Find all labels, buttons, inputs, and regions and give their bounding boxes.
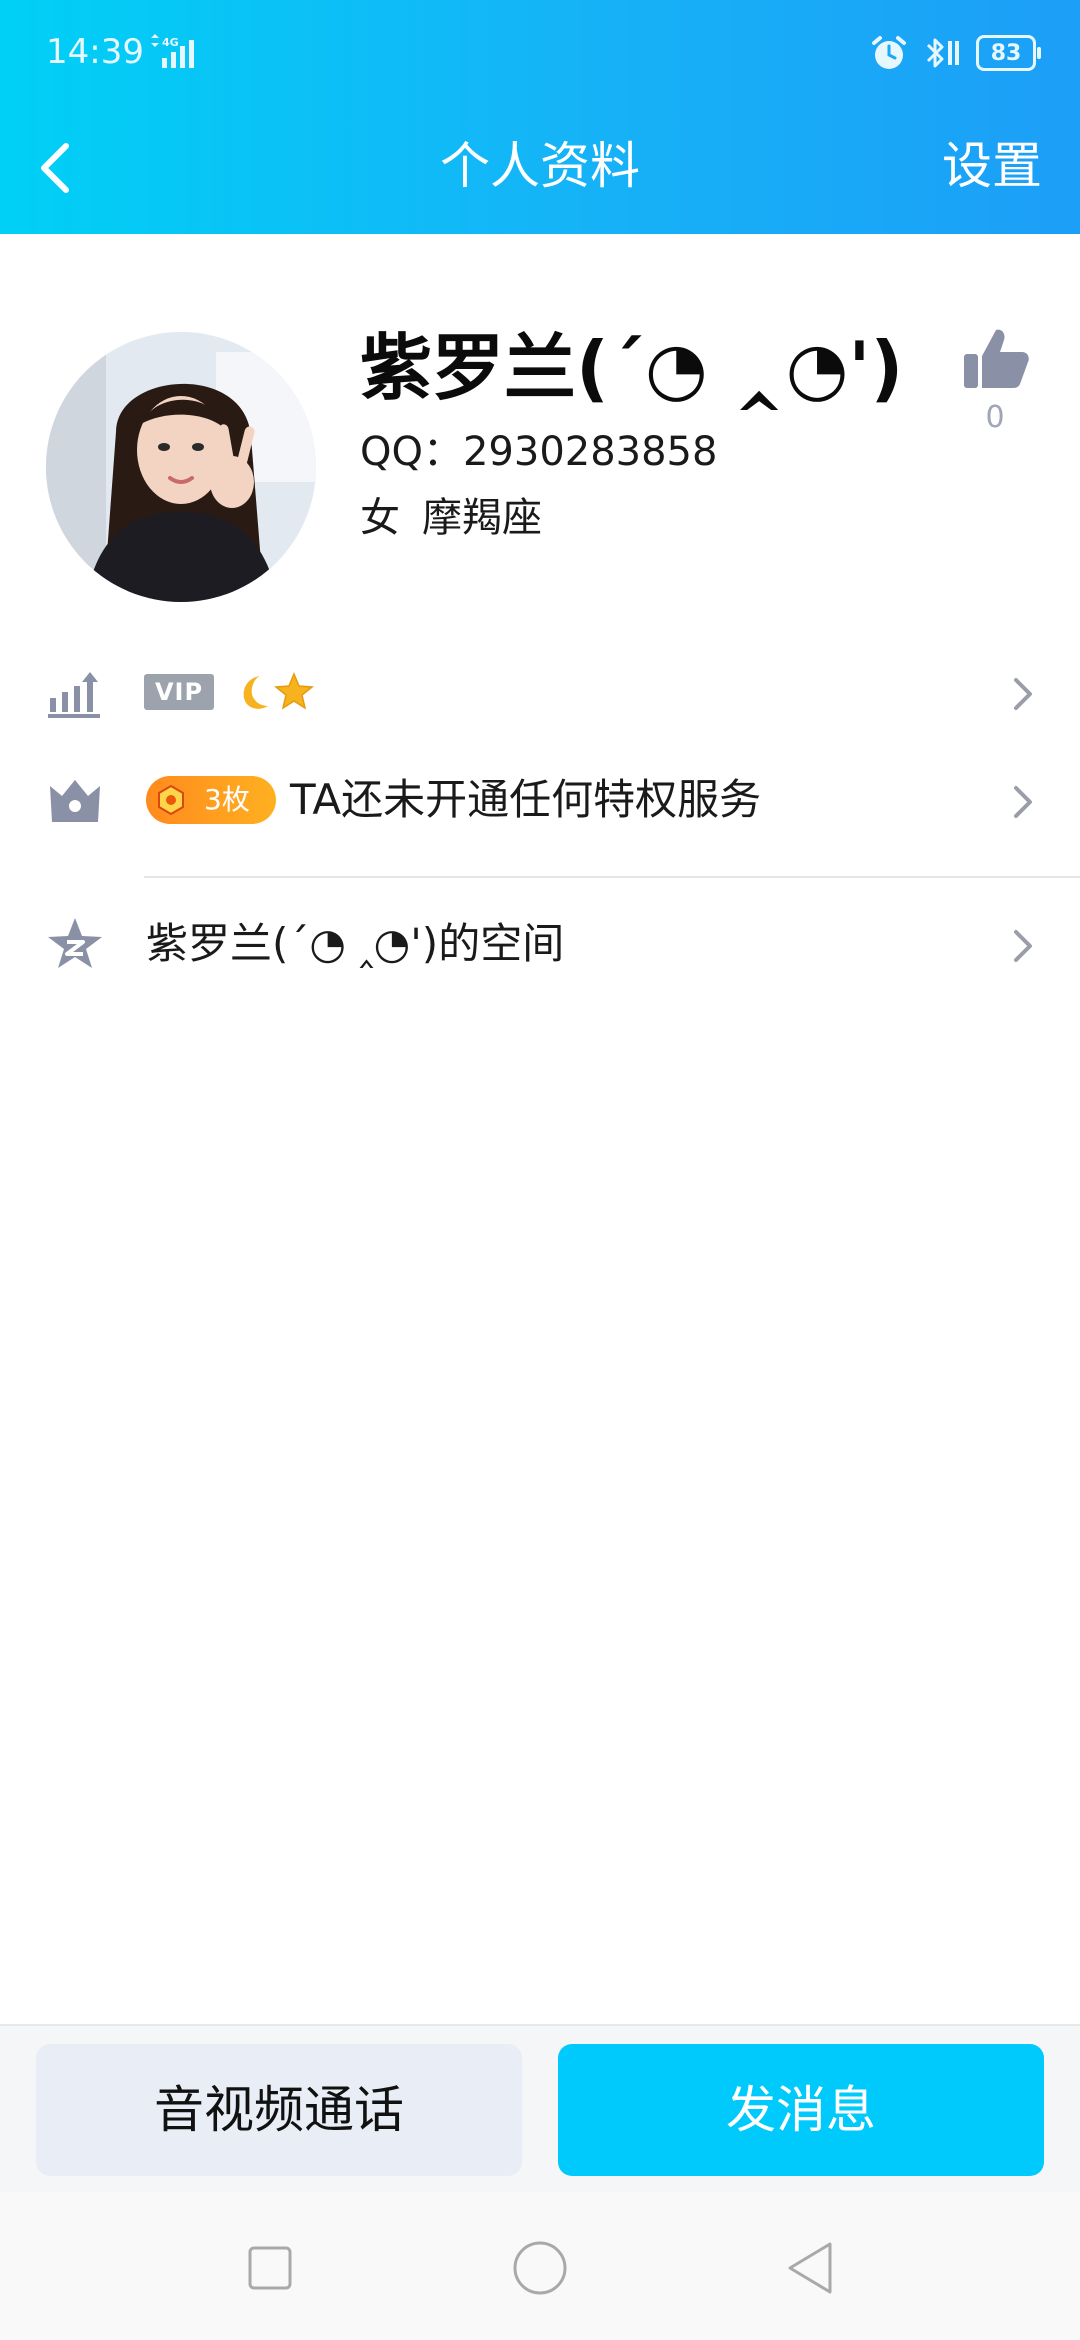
constellation-label: 摩羯座 bbox=[422, 495, 542, 541]
medal-count: 3枚 bbox=[204, 783, 250, 816]
status-time: 14:39 bbox=[46, 32, 144, 72]
avatar[interactable] bbox=[46, 332, 316, 602]
nav-bar: 个人资料 设置 bbox=[0, 110, 1080, 234]
qzone-row[interactable]: 紫罗兰(´◔ ‸◔')的空间 bbox=[0, 894, 1080, 994]
crown-icon bbox=[50, 780, 100, 822]
like-count: 0 bbox=[985, 400, 1005, 435]
qzone-star-icon bbox=[48, 918, 102, 968]
thumbs-up-icon bbox=[964, 329, 1029, 388]
battery-level: 83 bbox=[990, 40, 1022, 66]
chevron-right-icon bbox=[1014, 930, 1032, 962]
svg-text:4G: 4G bbox=[162, 36, 179, 49]
level-badges bbox=[243, 672, 314, 710]
gender-label: 女 bbox=[360, 495, 400, 541]
page-title: 个人资料 bbox=[440, 137, 640, 195]
status-bar: 14:39 4G 83 bbox=[0, 0, 1080, 110]
medal-icon bbox=[158, 785, 184, 815]
signal-4g-icon: 4G bbox=[151, 34, 194, 68]
nickname: 紫罗兰(´◔ ‸◔') bbox=[360, 326, 904, 410]
status-right: 83 bbox=[870, 30, 1041, 76]
medal-badge: 3枚 bbox=[146, 776, 276, 824]
like-button[interactable]: 0 bbox=[950, 326, 1040, 435]
header: 14:39 4G 83 个人资料 设置 bbox=[0, 0, 1080, 234]
send-message-button[interactable]: 发消息 bbox=[558, 2044, 1044, 2176]
basic-info: 女 摩羯座 bbox=[360, 490, 542, 546]
alarm-icon bbox=[872, 36, 906, 69]
bluetooth-icon bbox=[926, 38, 959, 68]
qq-number: QQ：2930283858 bbox=[360, 429, 718, 475]
battery-indicator: 83 bbox=[976, 35, 1041, 71]
star-icon bbox=[274, 672, 314, 710]
avatar-photo bbox=[46, 332, 316, 602]
recent-apps-icon[interactable] bbox=[240, 2238, 300, 2298]
profile-page: 14:39 4G 83 个人资料 设置 紫罗兰(´◔ ‸◔') QQ：29302… bbox=[0, 0, 1080, 2340]
divider bbox=[144, 876, 1080, 878]
chevron-right-icon bbox=[1014, 786, 1032, 818]
settings-button[interactable]: 设置 bbox=[942, 126, 1042, 206]
system-nav-bar bbox=[0, 2192, 1080, 2340]
qzone-text: 紫罗兰(´◔ ‸◔')的空间 bbox=[146, 919, 565, 968]
privilege-text: TA还未开通任何特权服务 bbox=[290, 775, 762, 824]
level-chart-icon bbox=[48, 672, 100, 718]
profile-card: 紫罗兰(´◔ ‸◔') QQ：2930283858 女 摩羯座 0 bbox=[0, 234, 1080, 634]
back-triangle-icon[interactable] bbox=[780, 2238, 840, 2298]
chevron-right-icon bbox=[1014, 678, 1032, 710]
level-row[interactable]: VIP bbox=[0, 642, 1080, 742]
vip-badge: VIP bbox=[144, 674, 214, 710]
moon-icon bbox=[243, 676, 268, 709]
video-call-button[interactable]: 音视频通话 bbox=[36, 2044, 522, 2176]
action-bar: 音视频通话 发消息 bbox=[0, 2024, 1080, 2194]
privilege-row[interactable]: 3枚 TA还未开通任何特权服务 bbox=[0, 750, 1080, 850]
home-icon[interactable] bbox=[510, 2238, 570, 2298]
